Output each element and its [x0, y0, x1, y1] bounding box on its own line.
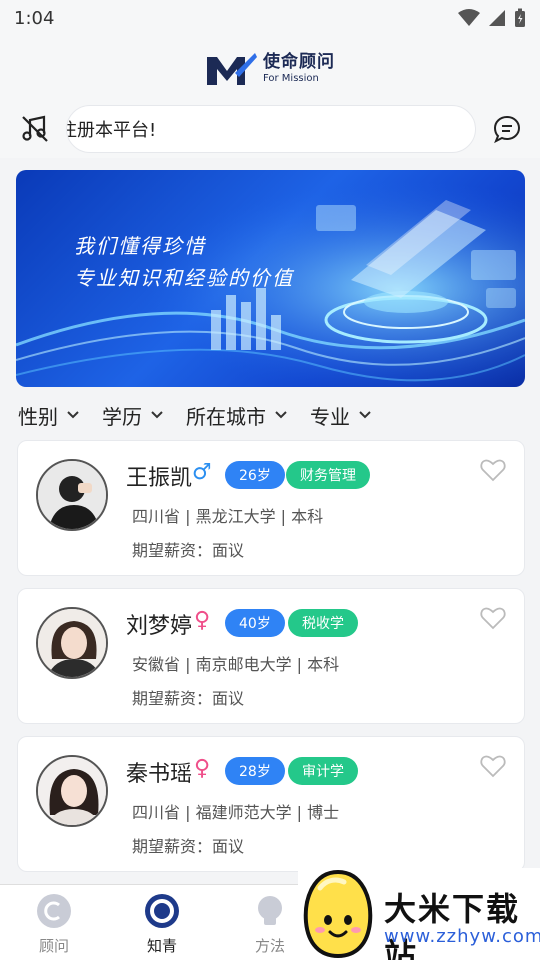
filter-label: 专业	[310, 404, 350, 429]
profile-card[interactable]: 刘梦婷 ♀ 40岁 税收学 安徽省 | 南京邮电大学 | 本科 期望薪资：面议	[17, 588, 525, 724]
watermark-title: 大米下载站	[384, 890, 521, 960]
tab-label: 方法	[254, 937, 285, 955]
notice-marquee[interactable]: 注册本平台!	[66, 105, 476, 153]
chevron-down-icon	[359, 411, 371, 419]
filter-bar: 性别 学历 所在城市 专业	[0, 394, 540, 436]
heart-icon[interactable]	[480, 457, 506, 483]
age-badge: 28岁	[225, 757, 285, 785]
consultant-icon	[37, 894, 71, 928]
chevron-down-icon	[275, 411, 287, 419]
notice-text: 注册本平台!	[66, 120, 157, 141]
age-badge: 40岁	[225, 609, 285, 637]
major-badge: 税收学	[288, 609, 358, 637]
major-badge: 财务管理	[286, 461, 370, 489]
status-bar: 1:04	[0, 0, 540, 36]
banner-headline-2: 专业知识和经验的价值	[74, 266, 294, 290]
expected-salary: 期望薪资：面议	[132, 541, 245, 560]
filter-gender[interactable]: 性别	[18, 401, 80, 430]
heart-icon[interactable]	[480, 605, 506, 631]
gender-female-icon: ♀	[194, 608, 211, 633]
filter-label: 学历	[102, 404, 142, 429]
youth-icon	[145, 894, 179, 928]
candidate-name: 刘梦婷	[126, 614, 193, 639]
mascot-logo	[303, 869, 373, 959]
bulb-icon	[258, 896, 282, 925]
gender-male-icon: ♂	[192, 460, 212, 485]
chat-icon	[493, 115, 521, 144]
filter-city[interactable]: 所在城市	[186, 401, 288, 430]
age-badge: 26岁	[225, 461, 285, 489]
tab-label: 知青	[146, 937, 177, 955]
banner-headline-1: 我们懂得珍惜	[74, 234, 206, 258]
download-site-watermark: 大米下载站 www.zzhyw.com	[298, 868, 540, 960]
tab-consultant[interactable]: 顾问	[14, 893, 94, 956]
message-button[interactable]	[490, 112, 524, 146]
signal-icon	[489, 10, 505, 26]
avatar	[36, 755, 108, 827]
tab-youth[interactable]: 知青	[122, 893, 202, 956]
filter-label: 所在城市	[186, 404, 266, 429]
tab-label: 顾问	[38, 937, 69, 955]
filter-major[interactable]: 专业	[310, 401, 372, 430]
avatar	[36, 607, 108, 679]
candidate-name: 王振凯	[126, 466, 193, 491]
app-header: 使命顾问 For Mission	[0, 36, 540, 102]
expected-salary: 期望薪资：面议	[132, 837, 245, 856]
music-toggle-button[interactable]	[18, 112, 52, 146]
candidate-info: 四川省 | 福建师范大学 | 博士	[132, 803, 340, 822]
promo-banner[interactable]: 我们懂得珍惜 专业知识和经验的价值	[16, 170, 525, 387]
avatar	[36, 459, 108, 531]
battery-icon	[515, 8, 525, 27]
expected-salary: 期望薪资：面议	[132, 689, 245, 708]
watermark-url: www.zzhyw.com	[384, 926, 540, 947]
chevron-down-icon	[67, 411, 79, 419]
candidate-name: 秦书瑶	[126, 762, 193, 787]
gender-female-icon: ♀	[194, 756, 211, 781]
status-icons	[458, 8, 526, 28]
major-badge: 审计学	[288, 757, 358, 785]
logo-mark-icon	[207, 53, 257, 85]
status-time: 1:04	[14, 7, 55, 29]
top-row: 注册本平台!	[0, 102, 540, 158]
chevron-down-icon	[151, 411, 163, 419]
heart-icon[interactable]	[480, 753, 506, 779]
profile-card[interactable]: 秦书瑶 ♀ 28岁 审计学 四川省 | 福建师范大学 | 博士 期望薪资：面议	[17, 736, 525, 872]
filter-education[interactable]: 学历	[102, 401, 164, 430]
filter-label: 性别	[18, 404, 58, 429]
candidate-info: 四川省 | 黑龙江大学 | 本科	[132, 507, 324, 526]
wifi-icon	[458, 9, 480, 26]
profile-card[interactable]: 王振凯 ♂ 26岁 财务管理 四川省 | 黑龙江大学 | 本科 期望薪资：面议	[17, 440, 525, 576]
candidate-info: 安徽省 | 南京邮电大学 | 本科	[132, 655, 340, 674]
app-logo: 使命顾问 For Mission	[205, 51, 335, 87]
logo-subtitle: For Mission	[263, 73, 319, 84]
music-off-icon	[22, 115, 48, 142]
logo-title: 使命顾问	[263, 52, 335, 72]
